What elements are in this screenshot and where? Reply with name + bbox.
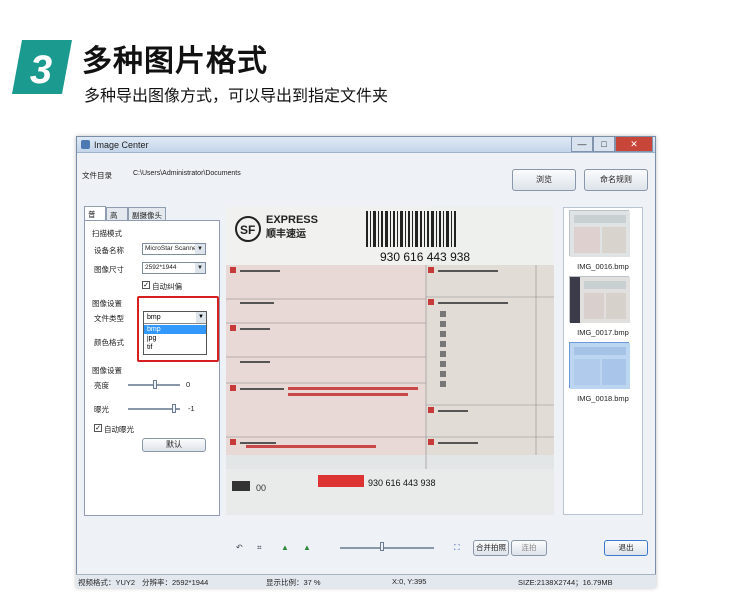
app-icon <box>81 140 90 149</box>
exposure-slider-thumb[interactable] <box>172 404 176 413</box>
zoom-in-icon[interactable]: ▲ <box>303 543 311 552</box>
file-type-option[interactable]: bmp <box>144 325 206 334</box>
status-video-format: 视频格式：YUY2 <box>78 578 136 587</box>
tab-normal[interactable]: 普通 <box>84 206 106 230</box>
zoom-out-icon[interactable]: ▲ <box>281 543 289 552</box>
brand-text: EXPRESS <box>266 214 318 226</box>
chevron-down-icon: ▼ <box>195 263 205 273</box>
tracking-number: 930 616 443 938 <box>380 250 470 264</box>
auto-exposure-label: 自动曝光 <box>104 425 134 434</box>
brightness-value: 0 <box>186 380 191 389</box>
status-size: SIZE:2138X2744；16.79MB <box>518 578 613 587</box>
page-title: 多种图片格式 <box>82 44 268 79</box>
promo-page: 3 多种图片格式 多种导出图像方式，可以导出到指定文件夹 Image Cente… <box>0 0 750 609</box>
maximize-button[interactable]: □ <box>593 137 615 152</box>
thumbnail-label: IMG_0018.bmp <box>577 394 629 403</box>
scan-preview[interactable]: SF EXPRESS 顺丰速运 930 616 443 938 00 930 6… <box>226 207 554 515</box>
thumbnail-image[interactable] <box>569 210 630 257</box>
image-adjust-heading: 图像设置 <box>92 366 122 375</box>
file-type-option[interactable]: tif <box>144 343 206 352</box>
status-bar: 视频格式：YUY2 分辨率：2592*1944 显示比例：37 % X:0, Y… <box>76 574 656 588</box>
step-badge: 3 <box>12 40 72 94</box>
size-select[interactable]: 2592*1944 ▼ <box>142 262 206 274</box>
browse-button[interactable]: 浏览 <box>512 169 576 191</box>
chevron-down-icon: ▼ <box>196 312 206 323</box>
brightness-label: 亮度 <box>94 381 109 390</box>
auto-correct-label: 自动纠偏 <box>152 282 182 291</box>
minimize-button[interactable]: — <box>571 137 593 152</box>
file-type-label: 文件类型 <box>94 314 124 323</box>
device-select[interactable]: MicroStar Scanne ▼ <box>142 243 206 255</box>
exit-button[interactable]: 退出 <box>604 540 648 556</box>
status-zoom: 显示比例：37 % <box>266 578 321 587</box>
zoom-slider-thumb[interactable] <box>380 542 384 551</box>
thumbnail-image-selected[interactable] <box>569 342 630 389</box>
device-value: MicroStar Scanne <box>145 245 197 252</box>
tracking-number-bottom: 930 616 443 938 <box>368 478 436 488</box>
status-coords: X:0, Y:395 <box>392 577 427 586</box>
close-button[interactable]: ✕ <box>615 137 653 152</box>
svg-text:SF: SF <box>240 223 255 237</box>
window-titlebar[interactable]: Image Center — □ ✕ <box>77 137 655 153</box>
crop-icon[interactable]: ⌗ <box>257 543 262 553</box>
size-value: 2592*1944 <box>145 264 177 271</box>
file-type-option[interactable]: jpg <box>144 334 206 343</box>
tab-advanced[interactable]: 高级 <box>106 207 128 231</box>
file-type-value: bmp <box>147 314 161 321</box>
burst-capture-button[interactable]: 连拍 <box>511 540 547 556</box>
page-subtitle: 多种导出图像方式，可以导出到指定文件夹 <box>84 86 389 105</box>
default-button[interactable]: 默认 <box>142 438 206 452</box>
color-format-label: 颜色格式 <box>94 338 124 347</box>
badge-number: 3 <box>30 48 52 92</box>
auto-exposure-checkbox[interactable]: ✓ <box>94 424 102 432</box>
device-label: 设备名称 <box>94 246 124 255</box>
exposure-label: 曝光 <box>94 405 109 414</box>
zoom-slider[interactable] <box>340 547 434 549</box>
size-label: 图像尺寸 <box>94 265 124 274</box>
file-type-dropdown[interactable]: bmp ▼ bmp jpg tif <box>143 311 207 355</box>
image-settings-heading: 图像设置 <box>92 299 122 308</box>
auto-correct-checkbox[interactable]: ✓ <box>142 281 150 289</box>
merge-capture-button[interactable]: 合并拍照 <box>473 540 509 556</box>
scan-mode-heading: 扫描模式 <box>92 229 122 238</box>
thumbnail-label: IMG_0017.bmp <box>577 328 629 337</box>
file-type-select[interactable]: bmp ▼ <box>144 312 206 324</box>
thumbnail-image[interactable] <box>569 276 630 323</box>
thumbnail-label: IMG_0016.bmp <box>577 262 629 271</box>
dir-label: 文件目录 <box>82 171 112 180</box>
exposure-value: -1 <box>188 404 195 413</box>
window-title: Image Center <box>94 140 149 150</box>
naming-rule-button[interactable]: 命名规则 <box>584 169 648 191</box>
brightness-slider-thumb[interactable] <box>153 380 157 389</box>
fit-screen-icon[interactable]: ⛶ <box>454 543 460 553</box>
tab-secondary-camera[interactable]: 副摄像头 <box>128 207 166 220</box>
rotate-left-icon[interactable]: ↶ <box>236 543 243 552</box>
status-resolution: 分辨率：2592*1944 <box>142 578 209 587</box>
brand-cn-text: 顺丰速运 <box>266 227 306 240</box>
svg-text:00: 00 <box>256 483 266 493</box>
chevron-down-icon: ▼ <box>195 244 205 254</box>
dir-path: C:\Users\Administrator\Documents <box>133 170 241 177</box>
